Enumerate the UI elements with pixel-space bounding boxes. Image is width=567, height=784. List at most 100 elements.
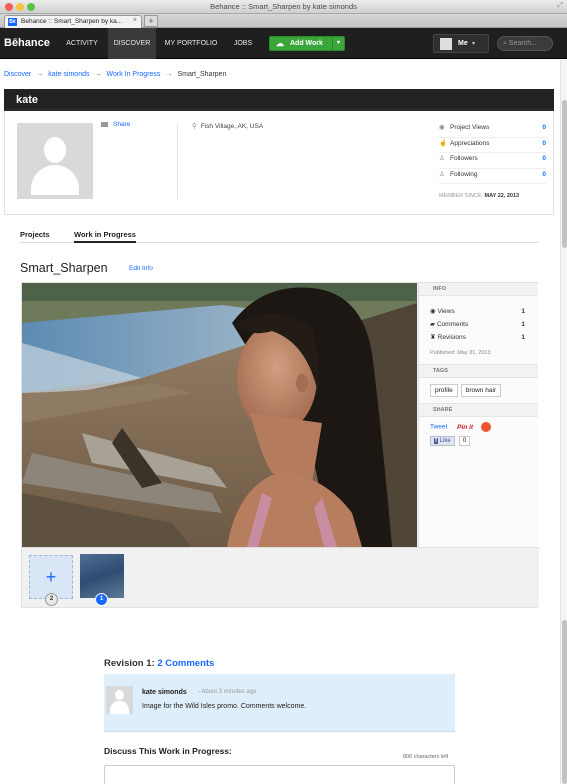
search-input[interactable]: ⌕ Search... xyxy=(497,36,553,51)
share-label: Share xyxy=(113,121,131,128)
portrait-photo xyxy=(22,283,417,547)
person-icon: ♙ xyxy=(439,155,445,162)
fullscreen-icon[interactable]: ⤢ xyxy=(557,2,563,10)
share-row: Tweet Pin it xyxy=(419,417,538,433)
nav-activity[interactable]: ACTIVITY xyxy=(60,28,104,59)
me-label: Me xyxy=(458,40,468,47)
behance-favicon-icon: Bē xyxy=(8,18,17,26)
profile-card: Share ⚲ Fish Village, AK, USA ◉ Project Vi… xyxy=(4,111,554,215)
stat-following[interactable]: ♙ Following 0 xyxy=(439,169,546,184)
tag-profile[interactable]: profile xyxy=(430,384,458,397)
nav-jobs[interactable]: JOBS xyxy=(226,28,260,59)
tag-brown-hair[interactable]: brown hair xyxy=(460,384,502,397)
like-label: Like xyxy=(439,438,451,444)
scrollbar-thumb[interactable] xyxy=(562,100,567,248)
close-tab-icon[interactable]: × xyxy=(133,17,137,24)
page-title: Smart_Sharpen xyxy=(20,261,108,275)
stat-value: 0 xyxy=(542,170,546,178)
tab-work-in-progress[interactable]: Work in Progress xyxy=(74,230,136,243)
stumbleupon-icon[interactable] xyxy=(480,422,491,432)
stat-value: 0 xyxy=(542,155,546,162)
stat-followers[interactable]: ♙ Followers 0 xyxy=(439,153,546,169)
scrollbar[interactable] xyxy=(560,60,567,784)
member-since-label: MEMBER SINCE: xyxy=(439,193,484,199)
tags-heading: TAGS xyxy=(419,365,538,378)
scrollbar-thumb-lower[interactable] xyxy=(562,620,567,784)
profile-stats: ◉ Project Views 0 ☝ Appreciations 0 ♙ Followe… xyxy=(439,122,546,184)
comment-author[interactable]: kate simonds xyxy=(142,689,187,696)
add-work-dropdown-icon[interactable]: ▾ xyxy=(332,37,344,50)
revision-title: Revision 1: xyxy=(104,658,155,669)
revision-strip: + 2 1 xyxy=(22,547,539,607)
info-value: 1 xyxy=(521,334,525,341)
tab-projects[interactable]: Projects xyxy=(20,230,50,239)
profile-avatar[interactable] xyxy=(17,123,93,199)
info-comments: ▰ Comments 1 xyxy=(419,318,538,331)
nav-my-portfolio[interactable]: MY PORTFOLIO xyxy=(160,28,222,59)
thumbs-up-icon: ☝ xyxy=(439,139,448,147)
page-content: Discover → kate simonds → Work In Progress → S… xyxy=(0,60,560,784)
search-placeholder: Search... xyxy=(508,40,537,47)
comment-item: kate simonds - About 3 minutes ago Image… xyxy=(104,674,455,732)
revision-thumbnail[interactable] xyxy=(80,554,124,598)
site-nav: Bēhance ACTIVITY DISCOVER MY PORTFOLIO J… xyxy=(0,28,567,59)
eye-icon: ◉ xyxy=(439,124,445,131)
breadcrumb-wip[interactable]: Work In Progress xyxy=(106,71,160,78)
breadcrumb: Discover → kate simonds → Work In Progress → S… xyxy=(4,71,226,78)
commenter-avatar[interactable] xyxy=(106,686,133,714)
location-pin-icon: ⚲ xyxy=(192,123,197,130)
breadcrumb-discover[interactable]: Discover xyxy=(4,71,31,78)
info-views: ◉ Views 1 xyxy=(419,305,538,318)
location: ⚲ Fish Village, AK, USA xyxy=(192,122,263,130)
info-label: Comments xyxy=(436,321,469,328)
window-titlebar: Behance :: Smart_Sharpen by kate simonds… xyxy=(0,0,567,14)
profile-name-header: kate xyxy=(4,89,554,111)
revision-number-badge: 1 xyxy=(95,593,108,606)
cloud-upload-icon: ☁ xyxy=(276,39,284,48)
nav-discover[interactable]: DISCOVER xyxy=(108,28,156,59)
divider xyxy=(177,123,178,199)
me-menu-button[interactable]: Me ▾ xyxy=(433,34,489,53)
info-label: Revisions xyxy=(437,334,466,341)
facebook-like-button[interactable]: f Like xyxy=(430,436,455,446)
stat-project-views[interactable]: ◉ Project Views 0 xyxy=(439,122,546,138)
location-text: Fish Village, AK, USA xyxy=(200,123,264,130)
share-heading: SHARE xyxy=(419,404,538,417)
wip-sidebar: INFO ◉ Views 1 ▰ Comments 1 ♜ Revisions 1 P… xyxy=(418,283,538,547)
facebook-icon: f xyxy=(434,438,438,444)
new-tab-button[interactable]: + xyxy=(144,15,158,27)
comment-icon: ▰ xyxy=(430,321,437,328)
edit-info-link[interactable]: Edit Info xyxy=(129,265,153,272)
revision-count-badge: 2 xyxy=(45,593,58,606)
wip-image[interactable] xyxy=(22,283,417,547)
chevron-down-icon: ▾ xyxy=(472,41,476,47)
breadcrumb-user[interactable]: kate simonds xyxy=(48,71,89,78)
comment-textarea[interactable] xyxy=(104,765,455,784)
stat-label: Followers xyxy=(450,155,478,162)
window-title: Behance :: Smart_Sharpen by kate simonds xyxy=(210,2,357,11)
browser-tabbar: Bē Behance :: Smart_Sharpen by ka... × + xyxy=(0,14,567,28)
share-icon xyxy=(101,121,108,127)
stat-label: Appreciations xyxy=(450,139,490,147)
add-work-button[interactable]: ☁ Add Work ▾ xyxy=(269,36,345,51)
pinit-button[interactable]: Pin it xyxy=(457,424,473,431)
add-work-label: Add Work xyxy=(290,40,323,47)
revision-heading: Revision 1: 2 Comments xyxy=(104,658,214,669)
behance-logo[interactable]: Bēhance xyxy=(4,37,50,49)
characters-left: 800 characters left xyxy=(403,754,449,760)
like-row: f Like 0 xyxy=(419,433,538,446)
info-heading: INFO xyxy=(419,283,538,296)
stat-label: Following xyxy=(450,170,478,178)
comment-time: - About 3 minutes ago xyxy=(198,689,257,695)
revision-comment-count[interactable]: 2 Comments xyxy=(157,658,214,669)
person-icon: ♙ xyxy=(439,170,445,178)
browser-tab[interactable]: Bē Behance :: Smart_Sharpen by ka... × xyxy=(4,15,142,28)
tab-label: Behance :: Smart_Sharpen by ka... xyxy=(21,18,123,25)
stat-appreciations[interactable]: ☝ Appreciations 0 xyxy=(439,138,546,153)
stat-value: 0 xyxy=(542,139,546,147)
search-icon: ⌕ xyxy=(503,40,507,47)
tweet-button[interactable]: Tweet xyxy=(430,424,447,431)
info-value: 1 xyxy=(521,308,525,315)
share-button[interactable]: Share xyxy=(101,121,130,128)
breadcrumb-current: Smart_Sharpen xyxy=(177,71,227,78)
